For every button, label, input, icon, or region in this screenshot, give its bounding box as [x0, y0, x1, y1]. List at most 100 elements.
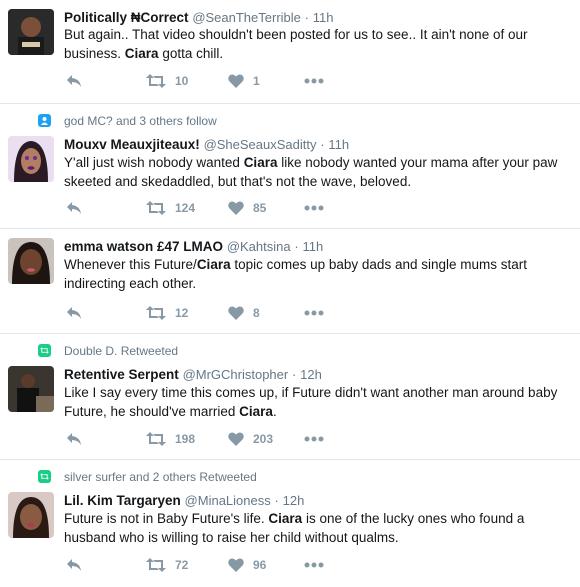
separator-dot: ·	[292, 367, 297, 382]
display-name[interactable]: emma watson £47 LMAO	[64, 239, 223, 254]
timestamp[interactable]: 11h	[313, 10, 334, 25]
tweet-text: Like I say every time this comes up, if …	[64, 384, 564, 421]
more-dots-icon	[304, 562, 324, 568]
reply-button[interactable]	[66, 431, 82, 447]
timestamp[interactable]: 11h	[302, 239, 323, 254]
tweet[interactable]: god MC? and 3 others follow Mouxv Meauxj…	[0, 104, 580, 229]
retweet-button[interactable]: 124	[146, 200, 195, 216]
reply-button[interactable]	[66, 73, 82, 89]
more-button[interactable]	[304, 557, 324, 573]
avatar[interactable]	[8, 9, 54, 55]
timestamp[interactable]: 11h	[328, 137, 349, 152]
retweet-button[interactable]: 198	[146, 431, 195, 447]
username[interactable]: @SheSeauxSaditty	[204, 137, 317, 152]
tweet-text: Whenever this Future/Ciara topic comes u…	[64, 256, 564, 293]
tweet-text-part: Like I say every time this comes up, if …	[64, 385, 558, 419]
like-button[interactable]: 8	[228, 305, 260, 321]
tweet-text-highlight: Ciara	[196, 257, 231, 272]
reply-icon	[67, 202, 81, 214]
timestamp[interactable]: 12h	[300, 367, 322, 382]
tweet-text-highlight: Ciara	[243, 155, 278, 170]
separator-dot: ·	[274, 493, 279, 508]
tweet-text: Future is not in Baby Future's life. Cia…	[64, 510, 564, 547]
reply-button[interactable]	[66, 305, 82, 321]
social-context-text[interactable]: silver surfer and 2 others Retweeted	[64, 470, 257, 484]
tweet-text-part: Future is not in Baby Future's life.	[64, 511, 269, 526]
tweet-header: emma watson £47 LMAO @Kahtsina · 11h	[64, 238, 323, 255]
username[interactable]: @Kahtsina	[227, 239, 291, 254]
more-button[interactable]	[304, 431, 324, 447]
avatar[interactable]	[8, 238, 54, 284]
more-dots-icon	[304, 310, 324, 316]
tweet-text-highlight: Ciara	[239, 403, 273, 419]
like-button[interactable]: 203	[228, 431, 273, 447]
tweet-header: Retentive Serpent @MrGChristopher · 12h	[64, 366, 322, 383]
heart-icon	[228, 306, 244, 320]
separator-dot: ·	[320, 137, 325, 152]
heart-icon	[228, 432, 244, 446]
social-context-text[interactable]: god MC? and 3 others follow	[64, 114, 217, 128]
display-name[interactable]: Lil. Kim Targaryen	[64, 493, 181, 508]
like-button[interactable]: 96	[228, 557, 266, 573]
retweet-badge-icon	[38, 470, 51, 483]
tweet[interactable]: emma watson £47 LMAO @Kahtsina · 11h Whe…	[0, 229, 580, 334]
display-name[interactable]: Retentive Serpent	[64, 367, 179, 382]
social-context-text[interactable]: Double D. Retweeted	[64, 344, 178, 358]
username[interactable]: @SeanTheTerrible	[192, 10, 301, 25]
more-dots-icon	[304, 78, 324, 84]
like-count: 85	[253, 201, 267, 215]
tweet-text: But again.. That video shouldn't been po…	[64, 26, 564, 63]
social-context: Double D. Retweeted	[38, 343, 178, 359]
heart-icon	[228, 558, 244, 572]
retweet-count: 198	[175, 432, 196, 446]
like-button[interactable]: 85	[228, 200, 266, 216]
avatar[interactable]	[8, 366, 54, 412]
retweet-button[interactable]: 10	[146, 73, 188, 89]
more-button[interactable]	[304, 305, 324, 321]
retweet-button[interactable]: 72	[146, 557, 188, 573]
like-count: 203	[253, 432, 274, 446]
timestamp[interactable]: 12h	[283, 493, 305, 508]
reply-icon	[67, 433, 81, 445]
reply-button[interactable]	[66, 200, 82, 216]
heart-icon	[228, 201, 244, 215]
retweet-icon	[146, 306, 166, 320]
retweet-icon	[146, 201, 166, 215]
person-icon	[38, 114, 51, 127]
tweet[interactable]: Double D. Retweeted Retentive Serpent @M…	[0, 334, 580, 460]
tweet-text-part: gotta chill.	[158, 45, 224, 61]
avatar[interactable]	[8, 136, 54, 182]
like-button[interactable]: 1	[228, 73, 260, 89]
more-dots-icon	[304, 205, 324, 211]
username[interactable]: @MrGChristopher	[183, 367, 289, 382]
display-name[interactable]: Mouxv Meauxjiteaux!	[64, 137, 200, 152]
more-button[interactable]	[304, 73, 324, 89]
reply-icon	[67, 75, 81, 87]
like-count: 1	[253, 74, 260, 88]
retweet-icon	[146, 74, 166, 88]
reply-icon	[67, 559, 81, 571]
separator-dot: ·	[294, 239, 299, 254]
tweet-header: Mouxv Meauxjiteaux! @SheSeauxSaditty · 1…	[64, 136, 349, 153]
username[interactable]: @MinaLioness	[185, 493, 271, 508]
like-count: 96	[253, 558, 267, 572]
tweet-text-part: Whenever this Future/	[64, 257, 197, 272]
like-count: 8	[253, 306, 260, 320]
reply-icon	[67, 307, 81, 319]
reply-button[interactable]	[66, 557, 82, 573]
tweet-text-highlight: Ciara	[268, 511, 303, 526]
retweet-count: 10	[175, 74, 189, 88]
tweet[interactable]: Politically ₦Correct @SeanTheTerrible · …	[0, 0, 580, 104]
retweet-count: 72	[175, 558, 189, 572]
retweet-button[interactable]: 12	[146, 305, 188, 321]
more-button[interactable]	[304, 200, 324, 216]
avatar[interactable]	[8, 492, 54, 538]
display-name[interactable]: Politically ₦Correct	[64, 10, 189, 25]
social-context: silver surfer and 2 others Retweeted	[38, 469, 257, 485]
tweet-text-part: Y'all just wish nobody wanted	[64, 155, 244, 170]
retweet-badge-icon	[38, 344, 51, 357]
heart-icon	[228, 74, 244, 88]
tweet-text-part: .	[272, 403, 277, 419]
retweet-icon	[146, 558, 166, 572]
tweet[interactable]: silver surfer and 2 others Retweeted Lil…	[0, 460, 580, 587]
